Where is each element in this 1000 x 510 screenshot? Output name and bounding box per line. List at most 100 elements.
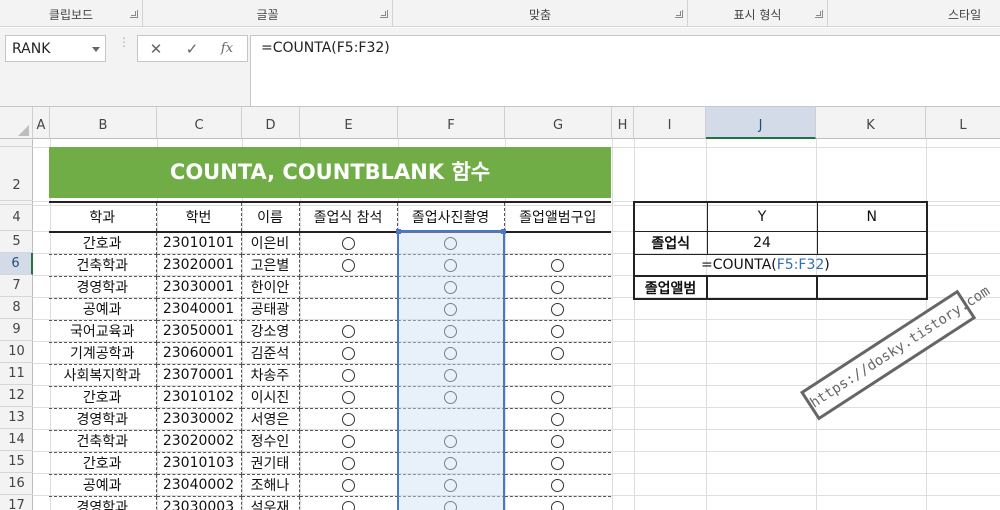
row-header-11[interactable]: 11 <box>0 363 33 385</box>
cell-mark-g[interactable] <box>503 474 611 497</box>
row-header-16[interactable]: 16 <box>0 473 33 495</box>
insert-function-icon[interactable]: fx <box>212 38 242 60</box>
cell-id[interactable]: 23040001 <box>155 298 242 321</box>
dialog-launcher-icon[interactable] <box>130 10 138 18</box>
cell-mark-f[interactable] <box>396 232 505 255</box>
cell-mark-f[interactable] <box>396 474 505 497</box>
cell-id[interactable]: 23060001 <box>155 342 242 365</box>
column-header-d[interactable]: D <box>242 107 300 139</box>
cell-mark-e[interactable] <box>298 298 398 321</box>
dialog-launcher-icon[interactable] <box>675 10 683 18</box>
cell-mark-g[interactable] <box>503 430 611 453</box>
cell-area[interactable]: COUNTA, COUNTBLANK 함수 학과 학번 이름 졸업식 참석 졸업… <box>33 139 1000 510</box>
cell-mark-f[interactable] <box>396 408 505 431</box>
header-cell[interactable]: 졸업사진촬영 <box>396 201 505 233</box>
cell-name[interactable]: 고은별 <box>240 254 300 277</box>
cell-dept[interactable]: 공예과 <box>49 474 157 497</box>
cell-name[interactable]: 석우재 <box>240 496 300 510</box>
cell-mark-f[interactable] <box>396 452 505 475</box>
cell-name[interactable]: 서영은 <box>240 408 300 431</box>
cell-mark-f[interactable] <box>396 254 505 277</box>
column-header-b[interactable]: B <box>50 107 157 139</box>
cell-id[interactable]: 23020001 <box>155 254 242 277</box>
dialog-launcher-icon[interactable] <box>815 10 823 18</box>
cell-mark-e[interactable] <box>298 452 398 475</box>
summary-corner-cell[interactable] <box>633 201 708 232</box>
cell-mark-g[interactable] <box>503 254 611 277</box>
column-header-l[interactable]: L <box>926 107 1000 139</box>
summary-header-n[interactable]: N <box>816 201 928 232</box>
cell-mark-f[interactable] <box>396 496 505 510</box>
row-header-6[interactable]: 6 <box>0 253 33 275</box>
cell-dept[interactable]: 국어교육과 <box>49 320 157 343</box>
row-header-8[interactable]: 8 <box>0 297 33 319</box>
cell-dept[interactable]: 공예과 <box>49 298 157 321</box>
row-header-17[interactable]: 17 <box>0 495 33 510</box>
column-header-f[interactable]: F <box>398 107 505 139</box>
cell-id[interactable]: 23070001 <box>155 364 242 387</box>
row-header-1[interactable] <box>0 139 33 147</box>
cell-mark-g[interactable] <box>503 496 611 510</box>
select-all-corner[interactable] <box>0 107 33 139</box>
row-header-14[interactable]: 14 <box>0 429 33 451</box>
cell-name[interactable]: 이은비 <box>240 232 300 255</box>
cell-mark-f[interactable] <box>396 430 505 453</box>
cell-mark-g[interactable] <box>503 342 611 365</box>
summary-header-y[interactable]: Y <box>706 201 818 232</box>
cell-name[interactable]: 차송주 <box>240 364 300 387</box>
cell-mark-g[interactable] <box>503 452 611 475</box>
column-header-k[interactable]: K <box>816 107 926 139</box>
chevron-down-icon[interactable] <box>92 47 100 52</box>
cell-mark-g[interactable] <box>503 232 611 255</box>
cell-mark-g[interactable] <box>503 276 611 299</box>
row-header-9[interactable]: 9 <box>0 319 33 341</box>
cell-id[interactable]: 23020002 <box>155 430 242 453</box>
cell-dept[interactable]: 경영학과 <box>49 496 157 510</box>
cell-mark-e[interactable] <box>298 342 398 365</box>
header-cell[interactable]: 학과 <box>49 201 157 233</box>
cancel-icon[interactable]: ✕ <box>141 38 171 60</box>
summary-ceremony-n[interactable] <box>816 230 928 255</box>
column-header-c[interactable]: C <box>157 107 242 139</box>
cell-id[interactable]: 23040002 <box>155 474 242 497</box>
cell-id[interactable]: 23050001 <box>155 320 242 343</box>
cell-name[interactable]: 권기태 <box>240 452 300 475</box>
cell-mark-e[interactable] <box>298 276 398 299</box>
summary-album-n[interactable] <box>816 275 928 300</box>
cell-mark-e[interactable] <box>298 430 398 453</box>
active-cell-formula-edit[interactable]: =COUNTA(F5:F32) <box>633 254 928 276</box>
row-header-5[interactable]: 5 <box>0 231 33 253</box>
header-cell[interactable]: 학번 <box>155 201 242 233</box>
summary-label-ceremony[interactable]: 졸업식 <box>633 230 708 255</box>
cell-mark-e[interactable] <box>298 408 398 431</box>
column-header-j[interactable]: J <box>706 107 816 139</box>
header-cell[interactable]: 졸업앨범구입 <box>503 201 611 233</box>
cell-mark-e[interactable] <box>298 320 398 343</box>
cell-id[interactable]: 23010101 <box>155 232 242 255</box>
row-header-12[interactable]: 12 <box>0 385 33 407</box>
cell-id[interactable]: 23010103 <box>155 452 242 475</box>
column-header-a[interactable]: A <box>33 107 50 139</box>
cell-dept[interactable]: 간호과 <box>49 452 157 475</box>
summary-album-y[interactable] <box>706 275 818 300</box>
cell-dept[interactable]: 건축학과 <box>49 430 157 453</box>
cell-name[interactable]: 김준석 <box>240 342 300 365</box>
cell-mark-e[interactable] <box>298 232 398 255</box>
summary-label-album[interactable]: 졸업앨범 <box>633 275 708 300</box>
cell-name[interactable]: 조해나 <box>240 474 300 497</box>
cell-mark-e[interactable] <box>298 364 398 387</box>
column-header-g[interactable]: G <box>505 107 612 139</box>
cell-id[interactable]: 23030002 <box>155 408 242 431</box>
cell-dept[interactable]: 기계공학과 <box>49 342 157 365</box>
cell-mark-g[interactable] <box>503 386 611 409</box>
cell-name[interactable]: 한이안 <box>240 276 300 299</box>
cell-dept[interactable]: 사회복지학과 <box>49 364 157 387</box>
cell-id[interactable]: 23010102 <box>155 386 242 409</box>
cell-dept[interactable]: 경영학과 <box>49 408 157 431</box>
cell-dept[interactable]: 건축학과 <box>49 254 157 277</box>
row-header-4[interactable]: 4 <box>0 205 33 231</box>
cell-mark-f[interactable] <box>396 276 505 299</box>
cell-mark-f[interactable] <box>396 386 505 409</box>
cell-mark-f[interactable] <box>396 342 505 365</box>
cell-mark-g[interactable] <box>503 298 611 321</box>
